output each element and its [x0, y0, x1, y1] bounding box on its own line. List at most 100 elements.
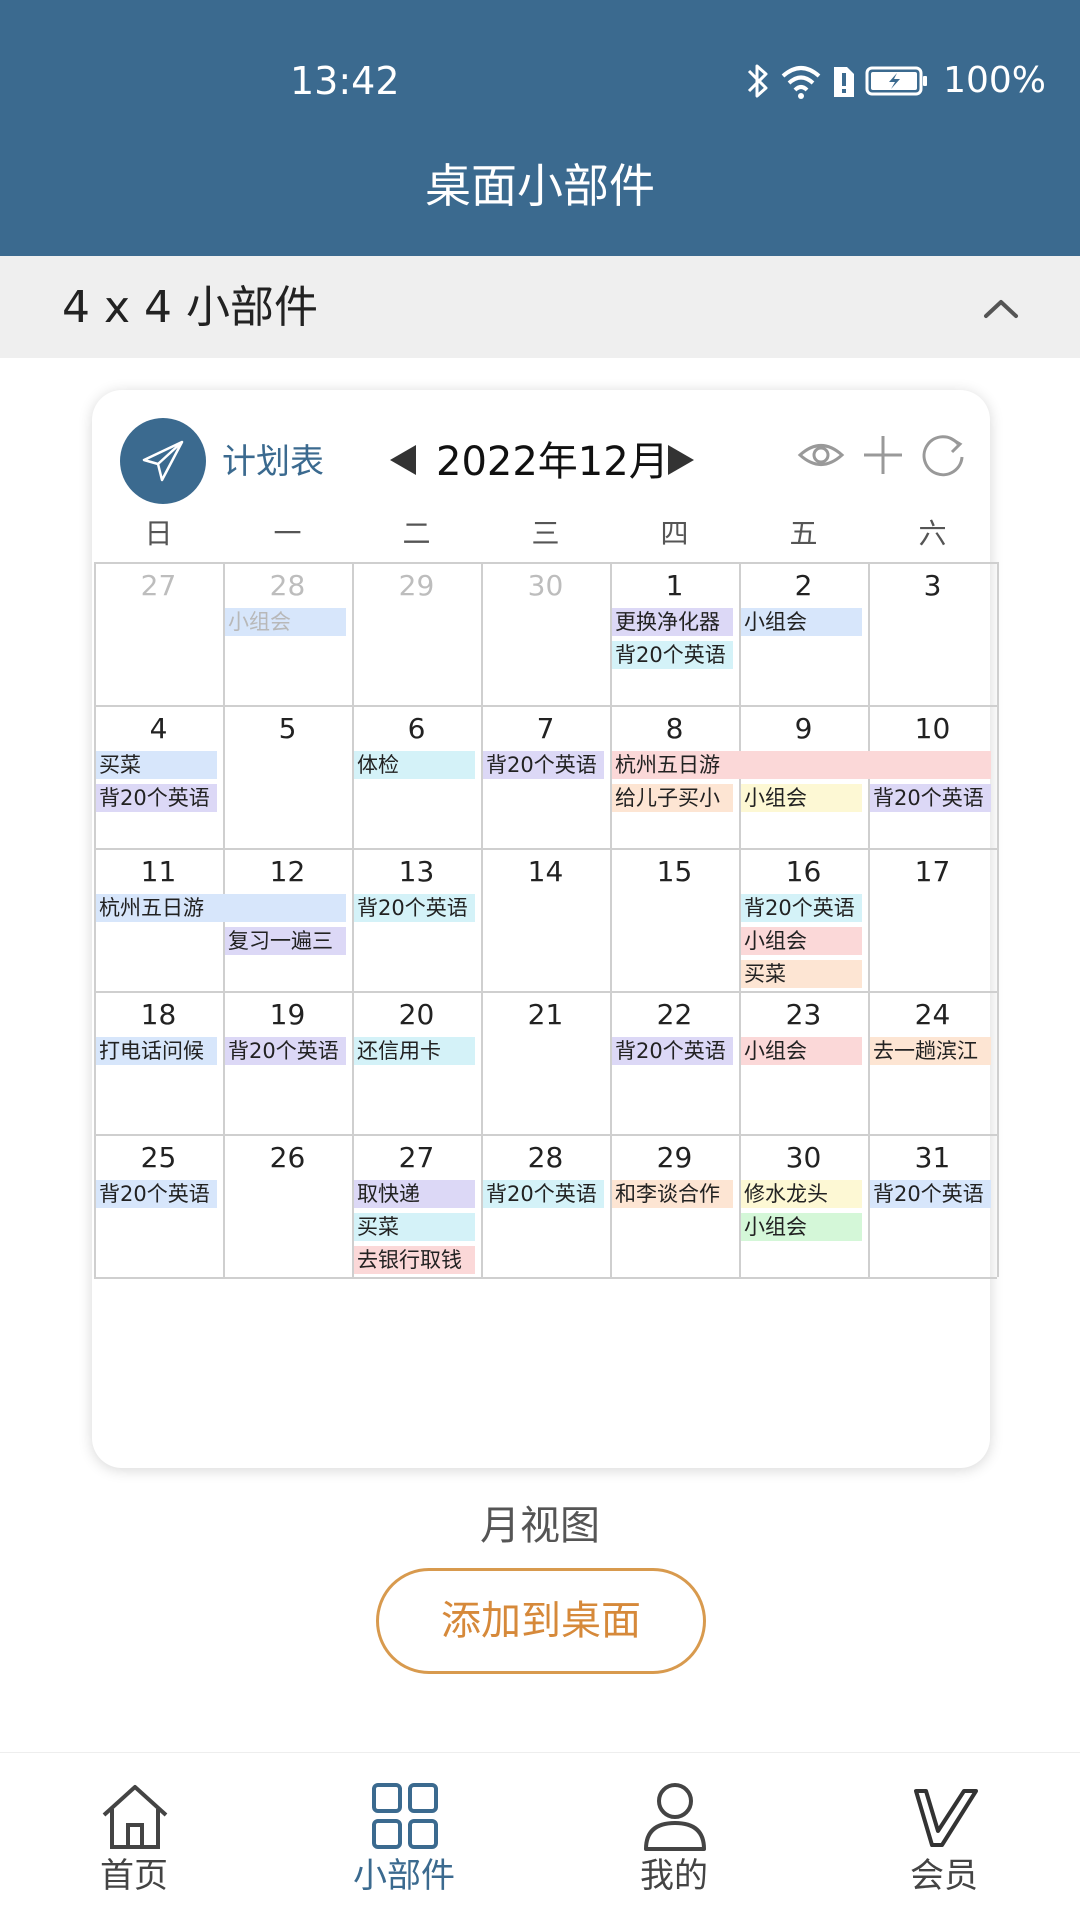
battery-icon [865, 66, 928, 96]
chevron-up-icon[interactable] [978, 286, 1024, 332]
day-number: 8 [665, 712, 684, 745]
add-to-desktop-button[interactable]: 添加到桌面 [376, 1568, 706, 1674]
vip-icon [914, 1789, 978, 1847]
home-icon [102, 1785, 168, 1849]
event-chip[interactable]: 复习一遍三 [225, 927, 346, 955]
section-title: 4 x 4 小部件 [62, 282, 318, 333]
event-chip[interactable]: 背20个英语 [96, 784, 217, 812]
paper-plane-icon [142, 440, 184, 482]
event-chip[interactable]: 打电话问候 [96, 1037, 217, 1065]
event-chip[interactable]: 背20个英语 [483, 751, 604, 779]
bluetooth-icon [748, 64, 768, 98]
add-icon[interactable] [858, 430, 908, 480]
day-number: 29 [656, 1141, 693, 1174]
event-chip[interactable]: 体检 [354, 751, 475, 779]
day-number: 24 [914, 998, 951, 1031]
event-chip[interactable]: 小组会 [225, 608, 346, 636]
event-chip[interactable]: 买菜 [741, 960, 862, 988]
day-number: 29 [398, 569, 435, 602]
widget-caption: 月视图 [480, 1503, 600, 1549]
day-number: 16 [785, 855, 822, 888]
event-chip[interactable]: 背20个英语 [354, 894, 475, 922]
day-number: 17 [914, 855, 951, 888]
section-header[interactable]: 4 x 4 小部件 [0, 256, 1080, 358]
day-number: 21 [527, 998, 564, 1031]
previous-month-button[interactable] [386, 442, 420, 478]
wifi-icon [781, 66, 821, 99]
nav-item-vip[interactable]: 会员 [844, 1753, 1044, 1921]
day-number: 31 [914, 1141, 951, 1174]
event-chip[interactable]: 去一趟滨江 [870, 1037, 991, 1065]
day-number: 28 [527, 1141, 564, 1174]
day-number: 2 [794, 569, 813, 602]
day-number: 30 [527, 569, 564, 602]
user-icon [644, 1783, 706, 1851]
event-chip[interactable]: 背20个英语 [225, 1037, 346, 1065]
event-chip[interactable]: 小组会 [741, 784, 862, 812]
event-chip[interactable]: 小组会 [741, 927, 862, 955]
event-chip[interactable]: 更换净化器 [612, 608, 733, 636]
nav-item-mine[interactable]: 我的 [574, 1753, 774, 1921]
day-number: 4 [149, 712, 168, 745]
day-number: 30 [785, 1141, 822, 1174]
event-chip[interactable]: 杭州五日游 [96, 894, 346, 922]
day-number: 26 [269, 1141, 306, 1174]
nav-item-home[interactable]: 首页 [34, 1753, 234, 1921]
event-chip[interactable]: 去银行取钱 [354, 1246, 475, 1274]
eye-icon[interactable] [796, 430, 846, 480]
grid-line [997, 562, 999, 1277]
day-number: 1 [665, 569, 684, 602]
event-chip[interactable]: 修水龙头 [741, 1180, 862, 1208]
next-month-button[interactable] [664, 442, 698, 478]
widgets-icon [372, 1783, 438, 1849]
day-number: 3 [923, 569, 942, 602]
nav-label: 首页 [100, 1856, 168, 1896]
app-header: 13:42 100% 桌面小部件 [0, 0, 1080, 256]
event-chip[interactable]: 小组会 [741, 608, 862, 636]
sim-alert-icon [834, 67, 855, 97]
weekday-label: 三 [531, 517, 560, 550]
app-logo [120, 418, 206, 504]
page-title: 桌面小部件 [425, 159, 655, 213]
nav-item-widgets[interactable]: 小部件 [304, 1753, 504, 1921]
weekday-label: 日 [144, 517, 173, 550]
event-chip[interactable]: 取快递 [354, 1180, 475, 1208]
day-number: 18 [140, 998, 177, 1031]
event-chip[interactable]: 小组会 [741, 1037, 862, 1065]
day-number: 5 [278, 712, 297, 745]
month-label: 2022年12月 [436, 439, 669, 485]
app-name: 计划表 [222, 442, 324, 482]
event-chip[interactable]: 背20个英语 [612, 641, 733, 669]
day-number: 14 [527, 855, 564, 888]
event-chip[interactable]: 杭州五日游 [612, 751, 991, 779]
event-chip[interactable]: 买菜 [354, 1213, 475, 1241]
day-number: 27 [140, 569, 177, 602]
weekday-label: 六 [918, 517, 947, 550]
day-number: 12 [269, 855, 306, 888]
event-chip[interactable]: 背20个英语 [870, 784, 991, 812]
nav-label: 我的 [640, 1856, 708, 1896]
weekday-label: 五 [789, 517, 818, 550]
event-chip[interactable]: 买菜 [96, 751, 217, 779]
event-chip[interactable]: 背20个英语 [96, 1180, 217, 1208]
weekday-label: 四 [660, 517, 689, 550]
event-chip[interactable]: 背20个英语 [483, 1180, 604, 1208]
day-number: 7 [536, 712, 555, 745]
day-number: 10 [914, 712, 951, 745]
event-chip[interactable]: 小组会 [741, 1213, 862, 1241]
status-icons: 100% [745, 56, 1046, 106]
grid-line [94, 1277, 997, 1279]
nav-label: 小部件 [353, 1856, 455, 1896]
day-number: 13 [398, 855, 435, 888]
day-number: 25 [140, 1141, 177, 1174]
event-chip[interactable]: 背20个英语 [612, 1037, 733, 1065]
event-chip[interactable]: 和李谈合作 [612, 1180, 733, 1208]
day-number: 19 [269, 998, 306, 1031]
event-chip[interactable]: 背20个英语 [870, 1180, 991, 1208]
day-number: 6 [407, 712, 426, 745]
event-chip[interactable]: 还信用卡 [354, 1037, 475, 1065]
refresh-icon[interactable] [918, 430, 968, 480]
event-chip[interactable]: 背20个英语 [741, 894, 862, 922]
status-time: 13:42 [290, 59, 400, 103]
event-chip[interactable]: 给儿子买小 [612, 784, 733, 812]
